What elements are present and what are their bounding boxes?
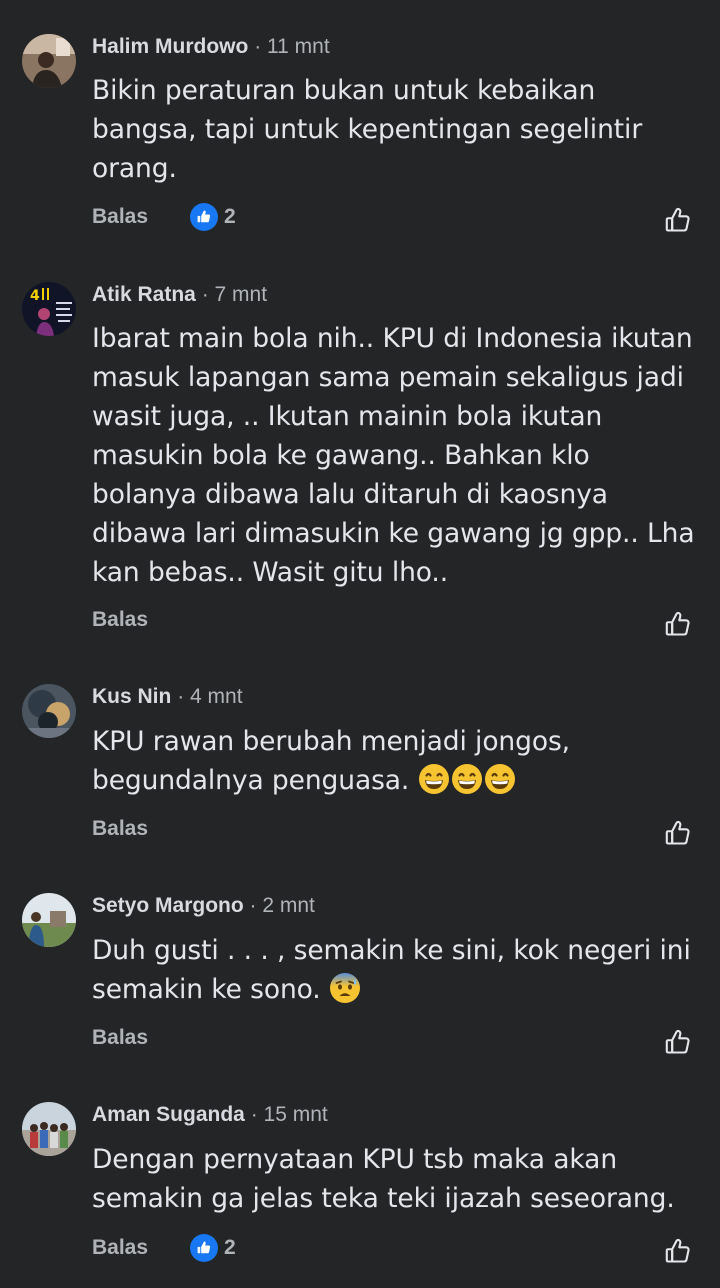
comment-text-body: Ibarat main bola nih.. KPU di Indonesia … [92,323,695,588]
meta-separator: · [254,35,262,58]
comment-time[interactable]: 7 mnt [215,283,268,306]
avatar[interactable] [22,1102,76,1156]
comment-meta: Setyo Margono · 2 mnt [92,893,315,919]
comment-actions: Balas [92,605,148,635]
comment-actions: Balas [92,1023,148,1053]
like-icon[interactable] [664,1237,692,1265]
comment-meta: Aman Suganda · 15 mnt [92,1102,328,1128]
reply-button[interactable]: Balas [92,205,148,229]
comment-time[interactable]: 4 mnt [190,685,243,708]
meta-separator: · [249,894,257,917]
reply-button[interactable]: Balas [92,817,148,841]
comment-time[interactable]: 15 mnt [264,1103,328,1126]
comment-text-body: Bikin peraturan bukan untuk kebaikan ban… [92,75,643,184]
reaction-summary[interactable]: 2 [190,1234,236,1262]
comment-meta: Kus Nin · 4 mnt [92,684,243,710]
comment-text-body: Dengan pernyataan KPU tsb maka akan sema… [92,1144,675,1214]
meta-separator: · [177,685,185,708]
avatar[interactable] [22,684,76,738]
reply-button[interactable]: Balas [92,1026,148,1050]
comment-time[interactable]: 11 mnt [267,35,330,58]
anxious-face-emoji [329,972,361,1004]
reaction-count: 2 [224,205,236,228]
comment-time[interactable]: 2 mnt [262,894,315,917]
reply-button[interactable]: Balas [92,1236,148,1260]
emoji-group [329,972,362,1015]
comment-text-body: Duh gusti . . . , semakin ke sini, kok n… [92,935,691,1005]
avatar[interactable] [22,893,76,947]
meta-separator: · [201,283,209,306]
like-badge-icon [190,203,218,231]
comment-meta: Halim Murdowo · 11 mnt [92,34,330,60]
like-icon[interactable] [664,1028,692,1056]
avatar[interactable] [22,34,76,88]
comment-text: Dengan pernyataan KPU tsb maka akan sema… [92,1140,702,1218]
grinning-face-emoji [418,763,450,795]
author-name[interactable]: Setyo Margono [92,894,244,917]
comment-text: KPU rawan berubah menjadi jongos, begund… [92,722,702,806]
grinning-face-emoji [484,763,516,795]
author-name[interactable]: Kus Nin [92,685,171,708]
reply-button[interactable]: Balas [92,608,148,632]
avatar[interactable]: 4 [22,282,76,336]
emoji-group [418,763,517,806]
author-name[interactable]: Halim Murdowo [92,35,248,58]
meta-separator: · [250,1103,258,1126]
author-name[interactable]: Aman Suganda [92,1103,245,1126]
like-icon[interactable] [664,206,692,234]
reaction-count: 2 [224,1236,236,1259]
author-name[interactable]: Atik Ratna [92,283,196,306]
grinning-face-emoji [451,763,483,795]
like-icon[interactable] [664,819,692,847]
comment-text: Duh gusti . . . , semakin ke sini, kok n… [92,931,702,1015]
like-badge-icon [190,1234,218,1262]
comment-actions: Balas [92,814,148,844]
reaction-summary[interactable]: 2 [190,203,236,231]
comment-text: Ibarat main bola nih.. KPU di Indonesia … [92,319,702,592]
comment-text: Bikin peraturan bukan untuk kebaikan ban… [92,71,702,188]
comment-actions: Balas 2 [92,202,236,232]
comment-actions: Balas 2 [92,1233,236,1263]
like-icon[interactable] [664,610,692,638]
svg-text:4: 4 [30,288,40,304]
comment-meta: Atik Ratna · 7 mnt [92,282,267,308]
